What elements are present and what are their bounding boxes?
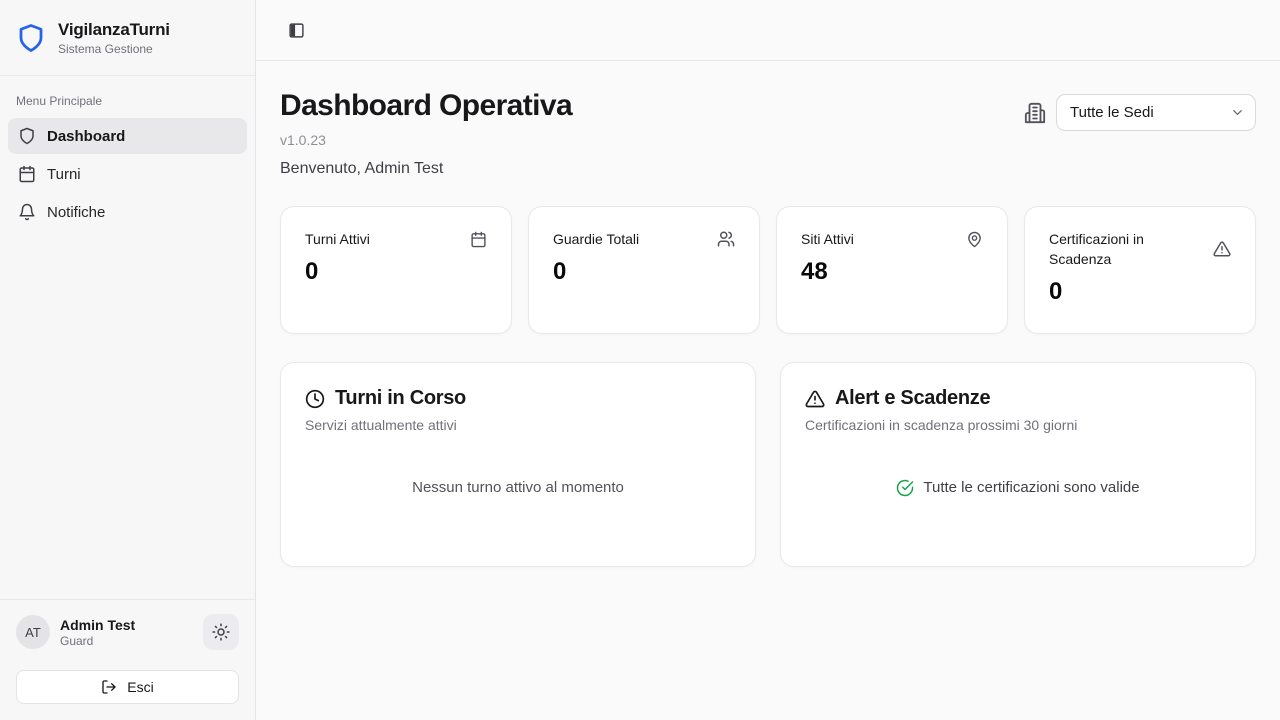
sun-icon — [212, 623, 230, 641]
certifications-status: Tutte le certificazioni sono valide — [896, 479, 1139, 497]
stat-card-certificazioni: Certificazioni in Scadenza 0 — [1024, 206, 1256, 334]
bell-icon — [18, 203, 36, 221]
sidebar-section-label: Menu Principale — [0, 94, 255, 108]
stat-label: Guardie Totali — [553, 229, 639, 249]
stat-label: Certificazioni in Scadenza — [1049, 229, 1199, 269]
welcome-text: Benvenuto, Admin Test — [280, 160, 572, 178]
sidebar-item-label: Dashboard — [47, 128, 125, 145]
stat-card-turni-attivi: Turni Attivi 0 — [280, 206, 512, 334]
status-text: Tutte le certificazioni sono valide — [923, 479, 1139, 496]
site-filter-select[interactable]: Tutte le Sedi — [1056, 94, 1256, 131]
stat-label: Turni Attivi — [305, 229, 370, 249]
building-icon — [1024, 102, 1046, 124]
clock-icon — [305, 389, 325, 409]
sidebar-item-notifiche[interactable]: Notifiche — [8, 194, 247, 230]
panel-subtitle: Certificazioni in scadenza prossimi 30 g… — [805, 417, 1231, 433]
app-shield-icon — [16, 23, 46, 53]
sidebar-item-label: Turni — [47, 166, 81, 183]
main-area: Dashboard Operativa v1.0.23 Benvenuto, A… — [256, 0, 1280, 720]
sidebar-item-label: Notifiche — [47, 204, 105, 221]
app-logo-area: VigilanzaTurni Sistema Gestione — [0, 0, 255, 76]
stat-value: 0 — [305, 258, 487, 286]
topbar — [256, 0, 1280, 61]
panel-subtitle: Servizi attualmente attivi — [305, 417, 731, 433]
sidebar-menu: Menu Principale Dashboard Turni — [0, 76, 255, 599]
logout-label: Esci — [127, 679, 153, 695]
log-out-icon — [101, 679, 117, 695]
panel-alert-scadenze: Alert e Scadenze Certificazioni in scade… — [780, 362, 1256, 567]
theme-toggle-button[interactable] — [203, 614, 239, 650]
stats-grid: Turni Attivi 0 Guardie Totali — [280, 206, 1256, 334]
stat-card-guardie-totali: Guardie Totali 0 — [528, 206, 760, 334]
sidebar-footer: AT Admin Test Guard Esci — [0, 599, 255, 720]
sidebar: VigilanzaTurni Sistema Gestione Menu Pri… — [0, 0, 256, 720]
shield-icon — [18, 127, 36, 145]
app-subtitle: Sistema Gestione — [58, 42, 170, 56]
user-role: Guard — [60, 634, 193, 648]
panel-left-icon — [288, 22, 305, 39]
alert-triangle-icon — [1213, 240, 1231, 258]
check-circle-icon — [896, 479, 914, 497]
sidebar-item-turni[interactable]: Turni — [8, 156, 247, 192]
sidebar-item-dashboard[interactable]: Dashboard — [8, 118, 247, 154]
alert-triangle-icon — [805, 389, 825, 409]
calendar-icon — [18, 165, 36, 183]
dashboard-content: Dashboard Operativa v1.0.23 Benvenuto, A… — [256, 61, 1280, 720]
stat-value: 0 — [1049, 278, 1231, 306]
stat-card-siti-attivi: Siti Attivi 48 — [776, 206, 1008, 334]
map-pin-icon — [966, 231, 983, 248]
app-title: VigilanzaTurni — [58, 20, 170, 40]
version-label: v1.0.23 — [280, 132, 572, 148]
sidebar-toggle-button[interactable] — [280, 14, 312, 46]
users-icon — [717, 230, 735, 248]
stat-value: 48 — [801, 258, 983, 286]
stat-label: Siti Attivi — [801, 229, 854, 249]
stat-value: 0 — [553, 258, 735, 286]
panel-turni-in-corso: Turni in Corso Servizi attualmente attiv… — [280, 362, 756, 567]
logout-button[interactable]: Esci — [16, 670, 239, 704]
panel-title: Turni in Corso — [335, 387, 466, 410]
panels-grid: Turni in Corso Servizi attualmente attiv… — [280, 362, 1256, 567]
user-name: Admin Test — [60, 617, 193, 633]
user-avatar: AT — [16, 615, 50, 649]
page-title: Dashboard Operativa — [280, 89, 572, 123]
calendar-icon — [470, 231, 487, 248]
panel-title: Alert e Scadenze — [835, 387, 990, 410]
empty-state-text: Nessun turno attivo al momento — [412, 479, 624, 496]
